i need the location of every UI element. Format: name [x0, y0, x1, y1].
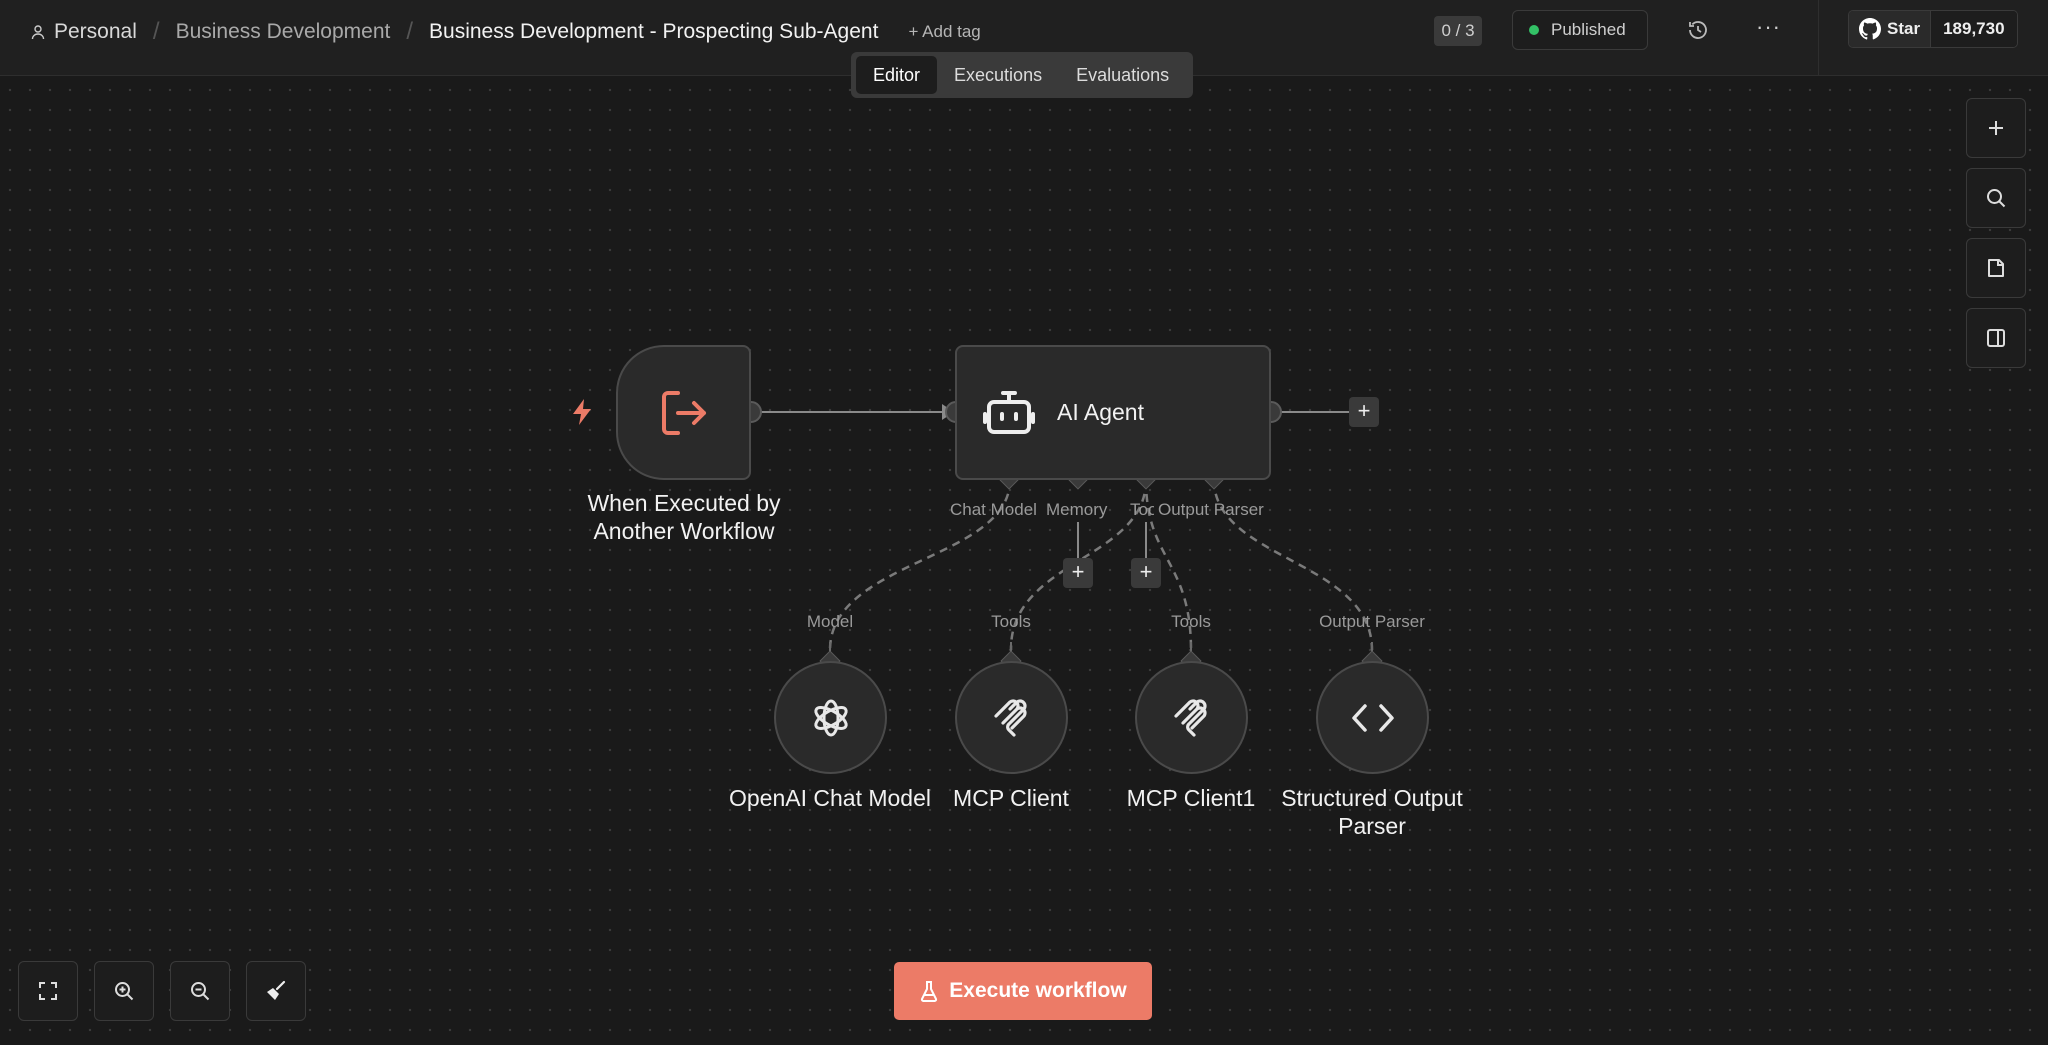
mcp-client-node[interactable]: [955, 661, 1068, 774]
trigger-node-label-line2: Another Workflow: [593, 518, 775, 544]
port-label-output-parser: Output Parser: [1158, 500, 1264, 519]
execute-workflow-button[interactable]: Execute workflow: [894, 962, 1152, 1020]
broom-icon: [267, 980, 286, 1000]
tidy-up-button[interactable]: [246, 961, 306, 1021]
robot-icon: [983, 390, 1035, 434]
zoom-out-button[interactable]: [170, 961, 230, 1021]
add-memory-button[interactable]: +: [1063, 558, 1093, 588]
trigger-bolt-icon: [573, 399, 591, 425]
structured-output-parser-label: Structured Output Parser: [1262, 784, 1482, 840]
openai-chat-model-label: OpenAI Chat Model: [728, 785, 931, 811]
zoom-out-icon: [191, 982, 210, 1001]
port-label-memory: Memory: [1046, 500, 1108, 519]
subport-label-tools: Tools: [991, 612, 1031, 631]
ai-agent-label: AI Agent: [1057, 399, 1144, 425]
add-next-node-button[interactable]: +: [1349, 397, 1379, 427]
execute-workflow-label: Execute workflow: [949, 979, 1127, 1002]
subport-label-tools: Tools: [1171, 612, 1211, 631]
mcp-client1-node[interactable]: [1135, 661, 1248, 774]
trigger-node-label: When Executed by Another Workflow: [568, 489, 800, 545]
mcp-client-label: MCP Client: [953, 785, 1069, 811]
trigger-node[interactable]: [616, 345, 751, 480]
mcp-icon: [1173, 698, 1207, 737]
add-tool-button[interactable]: +: [1131, 558, 1161, 588]
port-label-tool: Tool: [1130, 500, 1154, 519]
zoom-in-icon: [115, 982, 134, 1001]
fullscreen-icon: [39, 982, 57, 1000]
flask-icon: [921, 981, 938, 1002]
openai-icon: [813, 699, 848, 736]
connection-layer: [740, 401, 1383, 672]
zoom-in-button[interactable]: [94, 961, 154, 1021]
mcp-client1-label: MCP Client1: [1126, 785, 1256, 811]
subport-label-model: Model: [806, 612, 854, 631]
sign-out-icon: [661, 390, 706, 435]
code-brackets-icon: [1351, 703, 1394, 732]
openai-chat-model-node[interactable]: [774, 661, 887, 774]
fit-view-button[interactable]: [18, 961, 78, 1021]
ai-agent-node[interactable]: AI Agent: [955, 345, 1271, 480]
structured-output-parser-label-line2: Parser: [1338, 813, 1406, 839]
trigger-node-label-line1: When Executed by: [587, 490, 781, 516]
subport-label-output-parser: Output Parser: [1319, 612, 1425, 631]
structured-output-parser-label-line1: Structured Output: [1281, 785, 1463, 811]
structured-output-parser-node[interactable]: [1316, 661, 1429, 774]
mcp-icon: [993, 698, 1027, 737]
